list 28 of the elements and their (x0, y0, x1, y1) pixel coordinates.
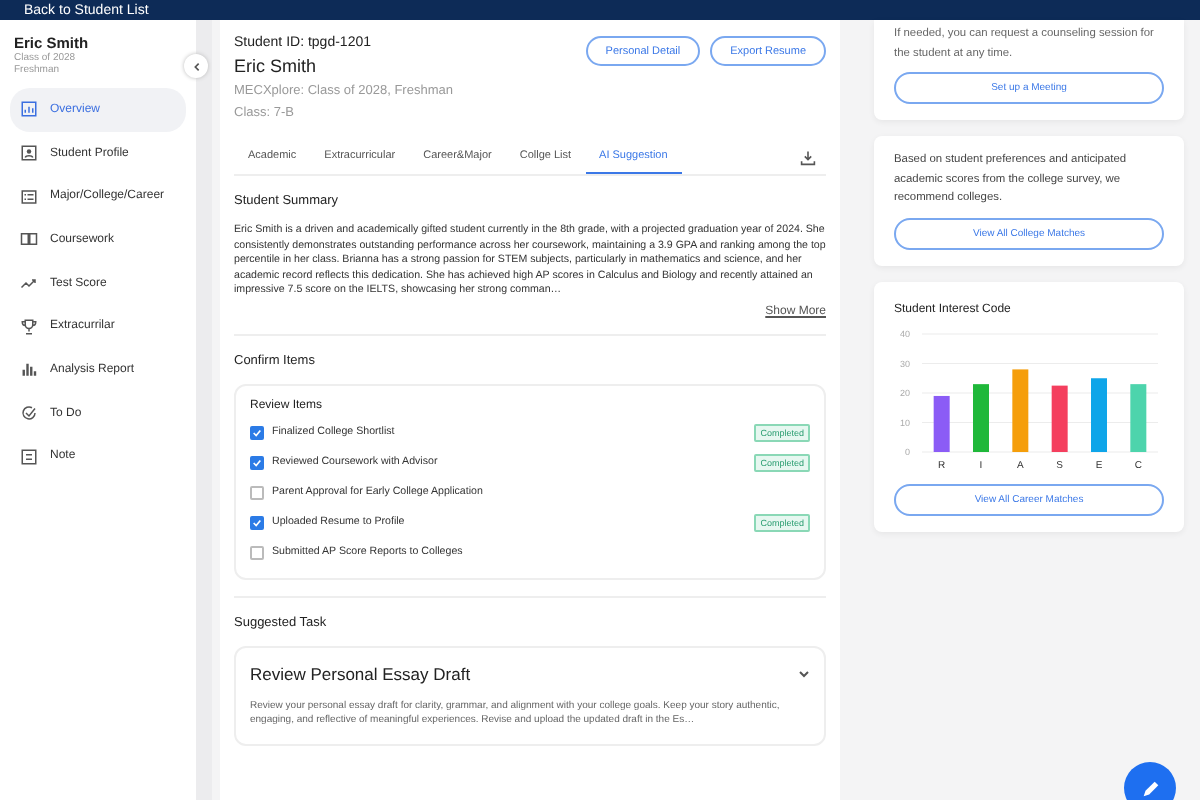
chevron-left-icon (191, 61, 201, 71)
checkbox[interactable] (250, 485, 264, 499)
book-icon (20, 230, 38, 249)
chart-bar (1130, 383, 1147, 451)
chart-bar (933, 394, 950, 451)
chart-bar (1012, 368, 1029, 451)
checkbox[interactable] (250, 515, 264, 529)
checkbox[interactable] (250, 425, 264, 439)
task-title: Review Personal Essay Draft (250, 663, 471, 683)
bar-chart-icon (20, 360, 38, 379)
list-icon (20, 187, 38, 206)
chart-bar (1091, 377, 1107, 451)
chevron-down-icon[interactable] (798, 667, 810, 679)
collapse-button[interactable] (184, 54, 208, 78)
download-icon[interactable] (800, 149, 816, 165)
check-circle-icon (20, 404, 38, 423)
chart-bar (1051, 384, 1068, 451)
id-card-icon (20, 144, 38, 163)
note-icon (20, 447, 38, 466)
checkbox[interactable] (250, 545, 264, 559)
checkbox[interactable] (250, 455, 264, 469)
chart-board-icon (20, 100, 38, 119)
pencil-icon (1139, 777, 1161, 799)
edit-button[interactable] (1124, 762, 1176, 800)
trend-line-icon (20, 274, 38, 293)
chart-bar (973, 383, 989, 451)
student-name-heading: Eric Smith (234, 56, 319, 76)
trophy-icon (20, 317, 38, 336)
